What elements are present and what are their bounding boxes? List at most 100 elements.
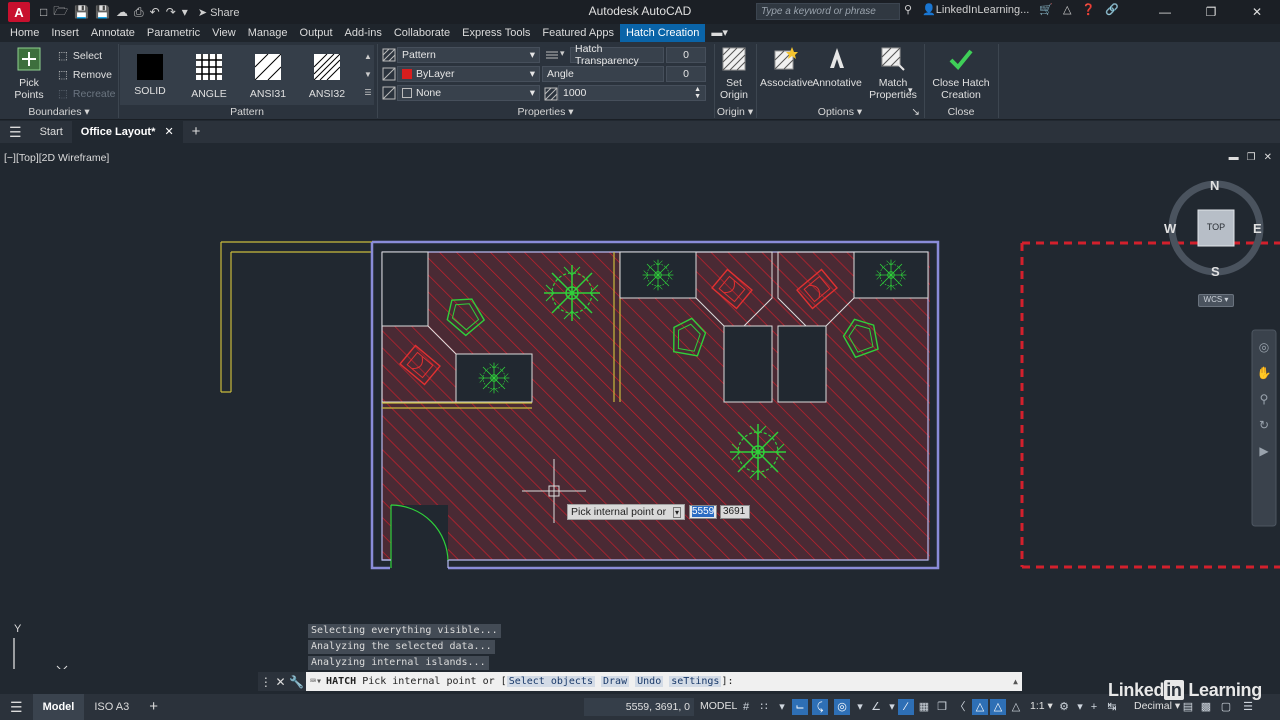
transparency-dropdown-icon[interactable]: ▾ [560, 48, 565, 59]
graphics-performance-icon[interactable]: ▩ [1198, 699, 1214, 715]
tab-express-tools[interactable]: Express Tools [456, 24, 536, 42]
close-icon[interactable]: ✕ [1234, 0, 1280, 24]
share-button[interactable]: ➤ Share [198, 6, 240, 19]
print-icon[interactable]: ⎙ [134, 5, 144, 20]
grid-icon[interactable]: # [738, 699, 754, 715]
clean-screen-icon[interactable]: ▢ [1218, 699, 1234, 715]
annotation-monitor-icon[interactable]: + [1086, 699, 1102, 715]
cloud-icon[interactable]: ☁ [116, 5, 128, 19]
file-tabs-menu-icon[interactable]: ☰ [0, 121, 31, 143]
tab-featured-apps[interactable]: Featured Apps [536, 24, 620, 42]
cart-icon[interactable]: 🛒 [1039, 3, 1053, 16]
save-icon[interactable]: 💾 [74, 5, 89, 19]
auto-scale-icon[interactable]: △ [990, 699, 1006, 715]
transparency-toggle-icon[interactable]: ▦ [916, 699, 932, 715]
maximize-icon[interactable]: ❐ [1188, 0, 1234, 24]
viewcube-south[interactable]: S [1211, 264, 1220, 279]
options-panel-title[interactable]: Options ▾ ↘ [756, 106, 924, 120]
pattern-scroll-arrows[interactable]: ▲ ▼ ☰ [363, 48, 373, 104]
undo-icon[interactable]: ↶ [150, 5, 160, 19]
associative-button[interactable]: Associative [760, 46, 813, 89]
tab-start[interactable]: Start [31, 121, 72, 143]
match-properties-dropdown-icon[interactable]: ▾ [908, 82, 913, 98]
command-line-grip-icon[interactable]: ⋮ [260, 675, 272, 689]
zoom-extents-icon[interactable]: ⚲ [1260, 392, 1269, 406]
isodraft-dropdown-icon[interactable]: ▾ [852, 699, 868, 715]
viewcube-west[interactable]: W [1164, 221, 1176, 236]
tab-model[interactable]: Model [32, 694, 85, 720]
angle-value[interactable]: 0 [666, 66, 706, 82]
pan-icon[interactable]: ✋ [1257, 366, 1272, 380]
snap-icon[interactable]: ∷ [756, 699, 772, 715]
add-layout-icon[interactable]: + [139, 694, 168, 720]
units-icon[interactable]: ↹ [1104, 699, 1120, 715]
isodraft-icon[interactable]: ◎ [834, 699, 850, 715]
minimize-icon[interactable]: — [1142, 0, 1188, 24]
steering-wheel-icon[interactable]: ◎ [1259, 340, 1269, 354]
customize-icon[interactable]: 🔧 [289, 675, 304, 689]
tab-add-ins[interactable]: Add-ins [339, 24, 388, 42]
showmotion-icon[interactable]: ▶ [1259, 444, 1268, 458]
cursor-coordinates[interactable]: 5559, 3691, 0 [584, 698, 694, 716]
quick-properties-icon[interactable]: ▤ [1180, 699, 1196, 715]
recreate-boundary-button[interactable]: ⬚ Recreate [58, 86, 116, 102]
application-menu-button[interactable]: A [8, 2, 30, 22]
new-tab-icon[interactable]: + [183, 121, 210, 143]
tab-office-layout[interactable]: Office Layout* ✕ [71, 121, 183, 143]
tab-annotate[interactable]: Annotate [85, 24, 141, 42]
dynamic-ucs-icon[interactable]: 〈 [952, 699, 968, 715]
dynamic-input-x[interactable]: 5559 [689, 505, 717, 519]
options-launcher-icon[interactable]: ↘ [911, 106, 920, 118]
search-input[interactable]: Type a keyword or phrase [756, 3, 900, 20]
viewcube-top[interactable]: TOP [1198, 222, 1234, 232]
tab-output[interactable]: Output [294, 24, 339, 42]
hatch-color-select[interactable]: ByLayer ▾ [397, 66, 540, 82]
tab-collaborate[interactable]: Collaborate [388, 24, 456, 42]
model-space-toggle[interactable]: MODEL [700, 700, 737, 712]
customize-toolbar-icon[interactable]: ▾ [182, 5, 188, 19]
save-as-icon[interactable]: 💾 [95, 5, 110, 19]
user-menu[interactable]: 👤LinkedInLearning... [922, 3, 1029, 16]
pattern-angle[interactable]: ANGLE [180, 46, 238, 102]
layout-tabs-menu-icon[interactable]: ☰ [0, 694, 33, 720]
tab-insert[interactable]: Insert [45, 24, 85, 42]
background-color-select[interactable]: None ▾ [397, 85, 540, 101]
properties-panel-title[interactable]: Properties ▾ [378, 106, 713, 120]
scale-input[interactable]: 1000 ▲ ▼ [558, 85, 706, 101]
dynamic-input-y[interactable]: 3691 [720, 505, 750, 519]
boundaries-panel-title[interactable]: Boundaries ▾ [0, 106, 118, 120]
pattern-ansi32[interactable]: ANSI32 [298, 46, 356, 102]
option-draw[interactable]: Draw [601, 676, 630, 687]
select-boundary-button[interactable]: ⬚ Select [58, 48, 102, 64]
tab-iso-a3[interactable]: ISO A3 [84, 694, 139, 720]
viewcube-north[interactable]: N [1210, 178, 1219, 193]
lineweight-icon[interactable]: ∕ [898, 699, 914, 715]
annotation-scale-icon[interactable]: △ [1008, 699, 1024, 715]
annotative-button[interactable]: Annotative [812, 46, 862, 89]
origin-panel-title[interactable]: Origin ▾ [714, 106, 756, 120]
ribbon-toggle-icon[interactable]: ▬▾ [705, 24, 734, 42]
tab-home[interactable]: Home [4, 24, 45, 42]
set-origin-button[interactable]: Set Origin [716, 46, 752, 101]
hatch-transparency-value[interactable]: 0 [666, 47, 706, 63]
command-line[interactable]: ⌨▾ HATCH Pick internal point or [ Select… [306, 672, 1022, 691]
recent-commands-icon[interactable]: ⌨▾ [310, 676, 322, 687]
viewcube-east[interactable]: E [1253, 221, 1262, 236]
help-icon[interactable]: ❓ [1082, 3, 1096, 16]
option-select-objects[interactable]: Select objects [506, 676, 595, 687]
tab-hatch-creation[interactable]: Hatch Creation [619, 24, 706, 42]
new-file-icon[interactable]: □ [40, 5, 47, 19]
ortho-icon[interactable]: ⌙ [792, 699, 808, 715]
pattern-ansi31[interactable]: ANSI31 [239, 46, 297, 102]
redo-icon[interactable]: ↷ [166, 5, 176, 19]
pick-points-button[interactable]: Pick Points [4, 46, 54, 101]
close-hatch-creation-button[interactable]: Close Hatch Creation [926, 46, 996, 101]
link-icon[interactable]: 🔗 [1105, 3, 1119, 16]
dynamic-options-icon[interactable]: ▾ [672, 507, 681, 518]
autodesk-app-icon[interactable]: △ [1063, 3, 1071, 16]
wcs-menu[interactable]: WCS ▾ [1198, 294, 1234, 307]
close-command-line-icon[interactable]: ✕ [275, 675, 285, 689]
remove-boundary-button[interactable]: ⬚ Remove [58, 67, 112, 83]
polar-tracking-icon[interactable]: ⤹ [812, 699, 828, 715]
open-folder-icon[interactable]: 🗁 [53, 2, 68, 23]
